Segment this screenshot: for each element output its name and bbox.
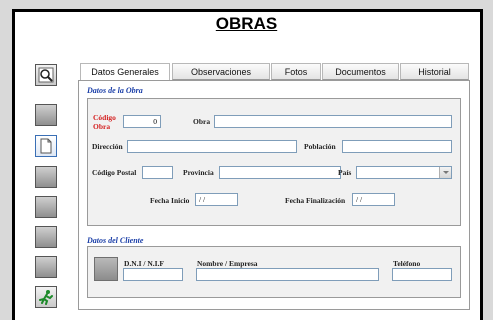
- toolbar-button-5[interactable]: [35, 196, 57, 218]
- provincia-label: Provincia: [183, 168, 214, 177]
- dni-field[interactable]: [123, 268, 183, 281]
- exit-button[interactable]: [35, 286, 57, 308]
- provincia-field[interactable]: [219, 166, 341, 179]
- pais-value: [357, 167, 363, 178]
- fecha-finalizacion-label: Fecha Finalización: [285, 196, 346, 205]
- toolbar-button-2[interactable]: [35, 104, 57, 126]
- fecha-inicio-field[interactable]: / /: [195, 193, 238, 206]
- fecha-inicio-label: Fecha Inicio: [150, 196, 190, 205]
- telefono-label: Teléfono: [393, 259, 421, 268]
- dni-label: D.N.I / N.I.F: [124, 259, 165, 268]
- empresa-label: Nombre / Empresa: [197, 259, 258, 268]
- pais-select[interactable]: [356, 166, 452, 179]
- tab-historial[interactable]: Historial: [400, 63, 469, 80]
- toolbar-button-6[interactable]: [35, 226, 57, 248]
- tab-fotos[interactable]: Fotos: [271, 63, 321, 80]
- tab-observaciones[interactable]: Observaciones: [172, 63, 270, 80]
- toolbar-button-7[interactable]: [35, 256, 57, 278]
- empresa-field[interactable]: [196, 268, 379, 281]
- direccion-field[interactable]: [127, 140, 297, 153]
- tab-documentos[interactable]: Documentos: [322, 63, 399, 80]
- search-button[interactable]: [35, 64, 57, 86]
- fecha-finalizacion-field[interactable]: / /: [352, 193, 395, 206]
- tab-bar: Datos Generales Observaciones Fotos Docu…: [78, 63, 470, 81]
- new-document-button[interactable]: [35, 135, 57, 157]
- section-title-obra: Datos de la Obra: [87, 86, 143, 95]
- tab-datos-generales[interactable]: Datos Generales: [80, 63, 170, 81]
- cliente-photo[interactable]: [94, 257, 118, 281]
- codigo-obra-label: Código Obra: [93, 113, 116, 131]
- obra-label: Obra: [193, 117, 211, 126]
- obra-field[interactable]: [214, 115, 452, 128]
- chevron-down-icon[interactable]: [439, 167, 451, 178]
- poblacion-label: Población: [304, 142, 336, 151]
- document-icon: [40, 138, 52, 154]
- telefono-field[interactable]: [392, 268, 452, 281]
- running-man-icon: [39, 290, 53, 305]
- toolbar-button-4[interactable]: [35, 166, 57, 188]
- poblacion-field[interactable]: [342, 140, 452, 153]
- magnifier-icon: [38, 67, 54, 83]
- pais-label: País: [338, 168, 352, 177]
- page-title: OBRAS: [215, 14, 278, 33]
- codigo-postal-field[interactable]: [142, 166, 173, 179]
- direccion-label: Dirección: [92, 142, 123, 151]
- codigo-postal-label: Código Postal: [92, 168, 137, 177]
- section-title-cliente: Datos del Cliente: [87, 236, 144, 245]
- codigo-obra-field[interactable]: 0: [123, 115, 161, 128]
